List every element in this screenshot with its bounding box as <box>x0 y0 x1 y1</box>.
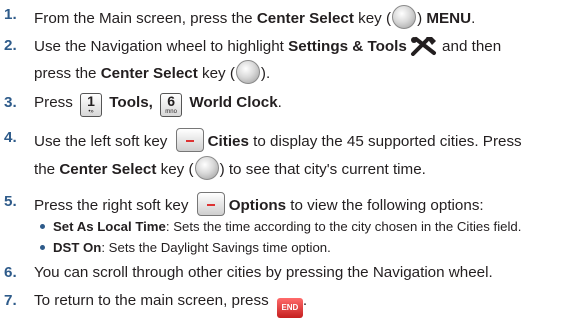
step-text: the Center Select key () to see that cit… <box>34 156 426 180</box>
bullet-dot <box>40 245 45 251</box>
center-select-key-icon <box>235 60 260 84</box>
center-select-key-icon <box>392 5 417 29</box>
step-text: Press 1 •» Tools, 6 mno World Clock. <box>34 93 282 117</box>
step-text: To return to the main screen, press END. <box>34 291 307 318</box>
step-text: Press the right soft key Options to view… <box>34 192 484 216</box>
bullet-dot <box>40 224 45 230</box>
tools-icon <box>410 36 438 61</box>
right-soft-key-icon <box>196 192 225 216</box>
step-number: 5. <box>4 193 17 210</box>
step-number: 3. <box>4 94 17 111</box>
bullet-item: DST On: Sets the Daylight Savings time o… <box>40 239 331 256</box>
keypad-6-icon: 6 mno <box>160 93 183 117</box>
center-select-key-icon <box>194 156 219 180</box>
step-text: From the Main screen, press the Center S… <box>34 5 475 29</box>
step-number: 4. <box>4 129 17 146</box>
keypad-1-icon: 1 •» <box>80 93 103 117</box>
bullet-item: Set As Local Time: Sets the time accordi… <box>40 218 521 235</box>
step-text: press the Center Select key (). <box>34 60 270 84</box>
step-text: Use the Navigation wheel to highlight Se… <box>34 36 501 61</box>
left-soft-key-icon <box>175 128 204 152</box>
step-text: You can scroll through other cities by p… <box>34 264 493 281</box>
instruction-document: 1. From the Main screen, press the Cente… <box>0 0 588 321</box>
step-number: 6. <box>4 264 17 281</box>
step-number: 1. <box>4 6 17 23</box>
step-text: Use the left soft key Cities to display … <box>34 128 522 152</box>
step-number: 2. <box>4 37 17 54</box>
step-number: 7. <box>4 292 17 309</box>
end-key-icon: END <box>276 298 303 318</box>
